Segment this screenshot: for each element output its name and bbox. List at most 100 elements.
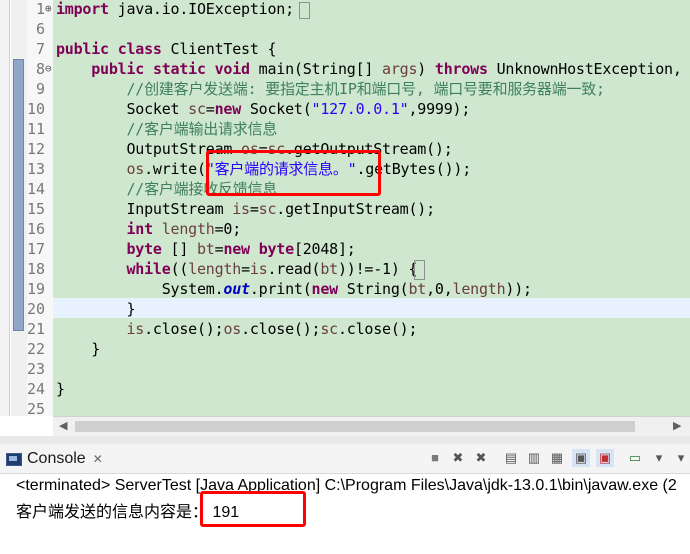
code-line[interactable]: } — [56, 299, 135, 319]
code-token: int — [126, 220, 154, 238]
line-number: 20 — [27, 300, 46, 318]
code-token: class — [117, 40, 162, 58]
show-stdout-icon[interactable]: ▦ — [548, 449, 566, 467]
code-token: = — [249, 200, 259, 218]
code-token: } — [56, 380, 65, 398]
code-line[interactable]: InputStream is=sc.getInputStream(); — [56, 199, 435, 219]
line-number: 13 — [27, 160, 46, 178]
code-token: byte — [126, 240, 162, 258]
code-token: [2048]; — [293, 240, 356, 258]
line-number: 11 — [27, 120, 46, 138]
code-line[interactable]: public static void main(String[] args) t… — [56, 59, 682, 79]
fold-expand-icon[interactable]: ⊕ — [45, 0, 53, 19]
code-line[interactable]: while((length=is.read(bt))!=-1) { — [56, 259, 418, 279]
code-token: new — [223, 240, 250, 258]
code-token: sc — [320, 320, 338, 338]
code-line[interactable]: Socket sc=new Socket("127.0.0.1",9999); — [56, 99, 470, 119]
tab-console[interactable]: Console ✕ — [0, 444, 109, 474]
code-token: =0; — [214, 220, 242, 238]
panel-separator[interactable] — [0, 436, 690, 444]
code-line[interactable]: import java.io.IOException; — [56, 0, 294, 19]
current-line-highlight — [53, 298, 690, 318]
code-token: "127.0.0.1" — [311, 100, 409, 118]
code-token: public — [56, 40, 109, 58]
remove-launch-icon[interactable]: ✖ — [449, 449, 467, 467]
fold-collapse-icon[interactable]: ⊖ — [45, 59, 53, 79]
code-token: .close(); — [144, 320, 224, 338]
code-token: [] — [161, 240, 197, 258]
scrollbar-thumb[interactable] — [75, 421, 635, 432]
show-stderr-icon[interactable]: ▣ — [572, 449, 590, 467]
new-console-icon[interactable]: ▾ — [650, 449, 668, 467]
code-token: bt — [320, 260, 338, 278]
close-icon[interactable]: ✕ — [93, 452, 103, 466]
line-number: 8 — [35, 60, 45, 78]
code-token: byte — [258, 240, 294, 258]
code-token: bt — [408, 280, 427, 298]
code-editor[interactable]: 1 ⊕ import java.io.IOException; 6 7 public cl… — [0, 0, 690, 416]
terminate-icon[interactable]: ■ — [426, 449, 444, 467]
code-token: .getInputStream(); — [276, 200, 435, 218]
code-token: while — [126, 260, 171, 278]
display-console-icon[interactable]: ▭ — [626, 449, 644, 467]
code-token: bt — [197, 240, 215, 258]
code-line[interactable]: public class ClientTest { — [56, 39, 277, 59]
code-token: .close(); — [338, 320, 418, 338]
output-prefix: 客户端发送的信息内容是： — [16, 504, 209, 521]
line-number: 12 — [27, 140, 46, 158]
code-line[interactable]: is.close();os.close();sc.close(); — [56, 319, 418, 339]
console-output[interactable]: <terminated> ServerTest [Java Applicatio… — [0, 474, 690, 554]
code-line[interactable]: } — [56, 379, 65, 399]
console-tab-label: Console — [27, 450, 86, 467]
scroll-lock-icon[interactable]: ▤ — [502, 449, 520, 467]
line-number: 22 — [27, 340, 46, 358]
horizontal-scrollbar[interactable]: ◀ ▶ — [53, 416, 690, 436]
code-token: sc — [188, 100, 206, 118]
line-number: 15 — [27, 200, 46, 218]
line-number: 1 — [35, 0, 45, 18]
overview-ruler — [11, 0, 27, 416]
code-line[interactable]: System.out.print(new String(bt,0,length)… — [56, 279, 532, 299]
code-line[interactable]: int length=0; — [56, 219, 242, 239]
code-token: length — [161, 220, 215, 238]
remove-all-icon[interactable]: ✖ — [472, 449, 490, 467]
code-line[interactable]: } — [56, 339, 100, 359]
line-number: 17 — [27, 240, 46, 258]
line-number: 18 — [27, 260, 46, 278]
code-token: main(String[] — [249, 60, 383, 78]
line-number: 6 — [35, 20, 45, 38]
code-token: } — [56, 300, 136, 318]
code-token: throws — [434, 60, 488, 78]
code-token: InputStream — [56, 200, 233, 218]
code-token: String( — [337, 280, 409, 298]
code-token: public — [91, 60, 145, 78]
minimize-icon[interactable]: ▾ — [672, 449, 690, 467]
code-token: is — [126, 320, 145, 338]
code-token: Socket( — [241, 100, 312, 118]
line-number: 16 — [27, 220, 46, 238]
code-token: ))!=-1) { — [338, 260, 418, 278]
code-line[interactable]: //客户端输出请求信息 — [56, 119, 278, 139]
code-token: } — [56, 340, 101, 358]
code-line[interactable]: //创建客户发送端: 要指定主机IP和端口号, 端口号要和服务器端一致; — [56, 79, 606, 99]
line-number: 14 — [27, 180, 46, 198]
highlight-box-output-value — [200, 491, 306, 527]
bracket-match-marker — [414, 260, 425, 280]
line-number: 21 — [27, 320, 46, 338]
folded-import-marker[interactable] — [299, 2, 310, 19]
code-token: = — [241, 260, 250, 278]
code-line[interactable]: byte [] bt=new byte[2048]; — [56, 239, 356, 259]
pin-console-icon[interactable]: ▣ — [596, 449, 614, 467]
scroll-left-icon[interactable]: ◀ — [59, 419, 67, 432]
code-token: .print( — [249, 280, 312, 298]
word-wrap-icon[interactable]: ▥ — [525, 449, 543, 467]
console-icon — [6, 452, 22, 466]
scroll-right-icon[interactable]: ▶ — [673, 419, 681, 432]
code-token: os — [126, 160, 145, 178]
